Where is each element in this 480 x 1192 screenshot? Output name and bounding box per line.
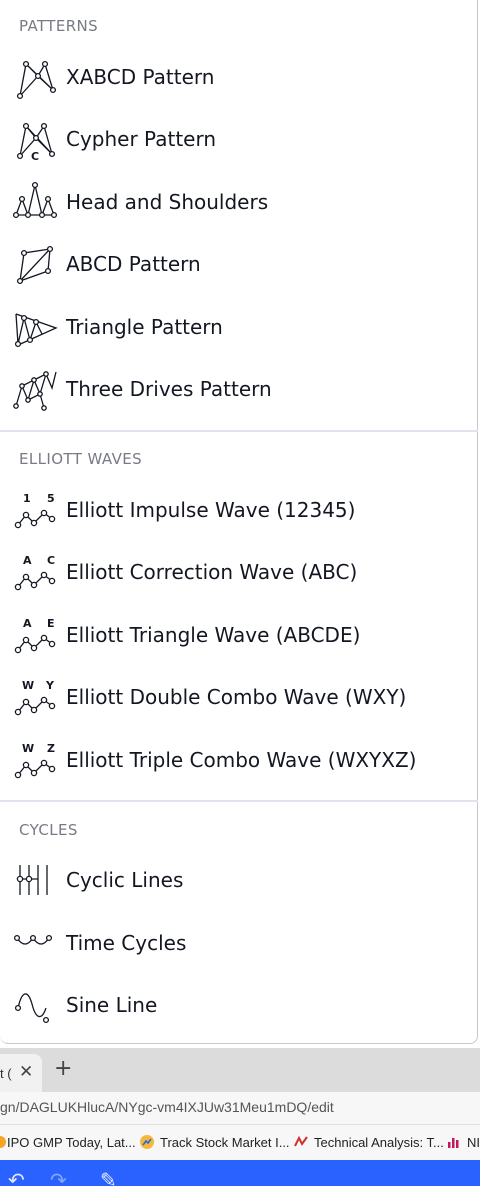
menu-item-label: Triangle Pattern: [66, 315, 223, 339]
menu-item-label: Three Drives Pattern: [66, 377, 272, 401]
elliott-triangle-wave-icon: A E: [14, 617, 56, 654]
elliott-correction-wave-icon: A C: [14, 554, 56, 591]
menu-item-label: ABCD Pattern: [66, 252, 201, 276]
elliott-double-combo-wave-icon: W Y: [14, 679, 56, 716]
bookmarks-bar: IPO GMP Today, Lat... Track Stock Market…: [0, 1124, 480, 1161]
menu-item-label: Elliott Impulse Wave (12345): [66, 498, 356, 522]
section-divider: [0, 430, 478, 432]
menu-item-xabcd-pattern[interactable]: XABCD Pattern: [0, 46, 476, 108]
menu-item-label: XABCD Pattern: [66, 65, 215, 89]
elliott-triple-combo-wave-icon: W Z: [14, 742, 56, 779]
tab-title: t (: [0, 1066, 12, 1081]
cyclic-lines-icon: [16, 865, 48, 895]
menu-item-elliott-triangle-wave[interactable]: A E Elliott Triangle Wave (ABCDE): [0, 604, 476, 666]
section-header-patterns: PATTERNS: [19, 17, 99, 35]
menu-item-elliott-triple-combo-wave[interactable]: W Z Elliott Triple Combo Wave (WXYXZ): [0, 729, 476, 791]
redo-icon[interactable]: ↷: [50, 1168, 67, 1192]
menu-item-label: Elliott Triple Combo Wave (WXYXZ): [66, 748, 417, 772]
menu-item-label: Elliott Correction Wave (ABC): [66, 560, 358, 584]
undo-icon[interactable]: ↶: [8, 1168, 25, 1192]
svg-text:E: E: [47, 617, 55, 630]
svg-text:W: W: [22, 742, 34, 755]
bookmark-technical-analysis[interactable]: Technical Analysis: T...: [314, 1135, 444, 1150]
new-tab-button[interactable]: +: [54, 1056, 72, 1081]
triangle-pattern-icon: [14, 313, 58, 348]
menu-item-sine-line[interactable]: Sine Line: [0, 974, 476, 1036]
svg-text:Y: Y: [45, 679, 55, 692]
svg-text:C: C: [31, 150, 39, 162]
menu-item-label: Cypher Pattern: [66, 127, 217, 151]
svg-text:A: A: [23, 554, 32, 567]
svg-text:Z: Z: [47, 742, 55, 755]
svg-text:A: A: [23, 617, 32, 630]
menu-item-label: Head and Shoulders: [66, 190, 269, 214]
menu-item-label: Elliott Double Combo Wave (WXY): [66, 685, 407, 709]
url-text: gn/DAGLUKHlucA/NYgc-vm4IXJUw31Meu1mDQ/ed…: [0, 1099, 334, 1115]
menu-item-label: Elliott Triangle Wave (ABCDE): [66, 623, 361, 647]
svg-text:1: 1: [23, 492, 31, 505]
menu-item-elliott-impulse-wave[interactable]: 1 5 Elliott Impulse Wave (12345): [0, 479, 476, 541]
bookmark-ni[interactable]: NI: [467, 1135, 480, 1150]
cypher-pattern-icon: C: [16, 122, 56, 162]
svg-text:C: C: [47, 554, 55, 567]
browser-tab-bar: t ( ✕ +: [0, 1048, 480, 1092]
menu-item-elliott-double-combo-wave[interactable]: W Y Elliott Double Combo Wave (WXY): [0, 666, 476, 728]
elliott-impulse-wave-icon: 1 5: [14, 492, 56, 529]
head-and-shoulders-icon: [12, 181, 58, 219]
section-divider: [0, 800, 478, 802]
sine-line-icon: [14, 993, 50, 1024]
browser-tab[interactable]: t ( ✕: [0, 1054, 42, 1092]
menu-item-three-drives-pattern[interactable]: Three Drives Pattern: [0, 358, 476, 420]
bar-chart-icon: [448, 1138, 459, 1148]
menu-item-triangle-pattern[interactable]: Triangle Pattern: [0, 296, 476, 358]
bookmark-track-stock-market[interactable]: Track Stock Market I...: [160, 1135, 290, 1150]
time-cycles-icon: [13, 934, 53, 945]
menu-item-head-and-shoulders[interactable]: Head and Shoulders: [0, 171, 476, 233]
technical-analysis-icon: [294, 1135, 308, 1147]
bottom-toolbar: ↶ ↷ ✎: [0, 1160, 480, 1192]
menu-item-time-cycles[interactable]: Time Cycles: [0, 912, 476, 974]
pen-icon[interactable]: ✎: [100, 1168, 117, 1192]
svg-text:5: 5: [47, 492, 55, 505]
section-header-cycles: CYCLES: [19, 821, 78, 839]
track-stock-market-icon: [140, 1135, 154, 1149]
menu-item-cyclic-lines[interactable]: Cyclic Lines: [0, 849, 476, 911]
abcd-pattern-icon: [16, 245, 54, 285]
svg-text:W: W: [22, 679, 34, 692]
menu-item-abcd-pattern[interactable]: ABCD Pattern: [0, 233, 476, 295]
section-header-elliott-waves: ELLIOTT WAVES: [19, 450, 143, 468]
xabcd-pattern-icon: [16, 60, 57, 100]
menu-item-label: Time Cycles: [66, 931, 187, 955]
menu-item-elliott-correction-wave[interactable]: A C Elliott Correction Wave (ABC): [0, 541, 476, 603]
three-drives-pattern-icon: [13, 371, 57, 411]
drawing-tools-menu: PATTERNS XABCD Pattern C Cypher Pattern: [0, 0, 478, 1044]
menu-item-cypher-pattern[interactable]: C Cypher Pattern: [0, 108, 476, 170]
address-bar[interactable]: gn/DAGLUKHlucA/NYgc-vm4IXJUw31Meu1mDQ/ed…: [0, 1092, 480, 1124]
menu-item-label: Cyclic Lines: [66, 868, 184, 892]
bookmark-ipo-gmp[interactable]: IPO GMP Today, Lat...: [7, 1135, 136, 1150]
close-icon[interactable]: ✕: [19, 1062, 33, 1082]
menu-item-label: Sine Line: [66, 993, 158, 1017]
